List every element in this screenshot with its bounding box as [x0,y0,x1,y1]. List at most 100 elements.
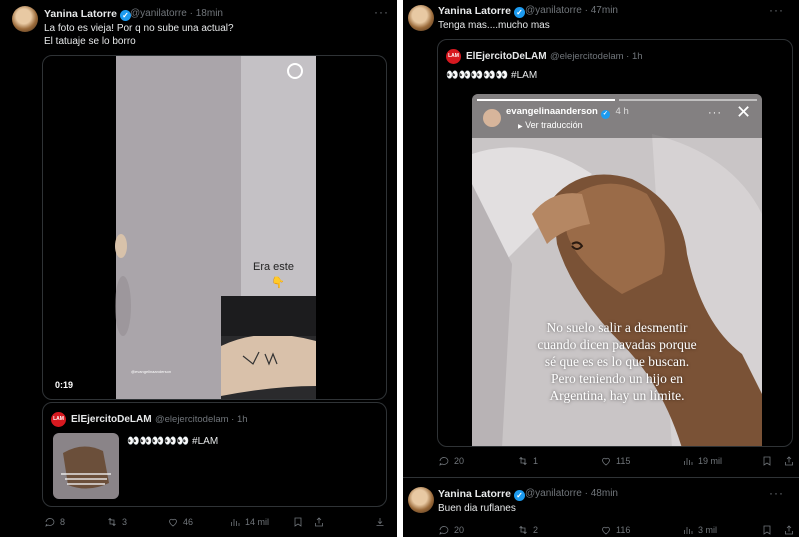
tweet-actions: 20 1 115 19 mil [403,455,799,471]
story-username: evangelinaanderson [506,106,598,117]
share-button[interactable] [313,516,325,528]
reply-icon [439,457,449,466]
verified-badge-icon: ✓ [513,490,525,501]
views-chart-icon [231,519,240,526]
views-button[interactable]: 3 mil [682,524,717,536]
translate-link-text[interactable]: Ver traducción [525,120,583,130]
author-handle[interactable]: @yanilatorre [525,488,582,499]
heart-icon [602,526,610,535]
author-handle[interactable]: @yanilatorre [525,5,582,16]
like-button[interactable]: 115 [600,455,630,467]
like-button[interactable]: 116 [600,524,630,536]
retweet-icon [519,456,527,466]
avatar[interactable] [408,487,434,513]
reply-button[interactable]: 20 [438,524,464,536]
author-name[interactable]: Yanina Latorre ✓ [44,8,131,21]
like-count: 115 [616,456,631,466]
views-button[interactable]: 19 mil [682,455,722,467]
verified-badge-icon: ✓ [600,110,610,119]
pointing-hand-icon: 👇 [271,277,285,289]
reply-button[interactable]: 8 [44,516,65,528]
lam-logo: LAM [51,412,66,427]
story-caption-line: sé que es es lo que buscan. [544,354,690,369]
quoted-thumbnail[interactable] [53,433,119,499]
tweet-text: Tenga mas....mucho mas [438,20,550,31]
bookmark-button[interactable] [761,524,773,536]
quoted-tweet[interactable]: LAM ElEjercitoDeLAM @elejercitodelam · 1… [42,402,387,507]
like-count: 116 [616,525,631,535]
reply-count: 20 [454,456,465,466]
retweet-button[interactable]: 2 [517,524,538,536]
like-button[interactable]: 46 [167,516,193,528]
download-icon [376,518,384,526]
lam-logo: LAM [446,49,461,64]
tweet-time[interactable]: 48min [591,488,618,499]
story-user: evangelinaanderson ✓ 4 h [506,106,629,119]
reply-button[interactable]: 20 [438,455,464,467]
story-more-icon[interactable]: ··· [708,107,722,119]
bookmark-button[interactable] [292,516,304,528]
author-name-text[interactable]: Yanina Latorre [44,8,117,20]
views-chart-icon [684,527,693,534]
caret-right-icon: ▶ [518,124,523,130]
retweet-count: 3 [122,517,128,527]
quoted-time: 1h [632,51,643,62]
quoted-meta: @elejercitodelam · 1h [155,414,248,425]
views-button[interactable]: 14 mil [229,516,269,528]
share-button[interactable] [783,455,795,467]
retweet-icon [519,525,527,535]
tweet-time[interactable]: 18min [196,8,223,19]
tweet-actions: 20 2 116 3 mil [403,524,799,537]
views-chart-icon [684,458,693,465]
video-watermark: @evangelinaanderson [131,369,172,374]
verified-badge-icon: ✓ [513,7,525,18]
author-handle[interactable]: @yanilatorre [130,8,187,19]
more-options-icon[interactable]: ··· [374,5,389,19]
quoted-handle: @elejercitodelam [155,414,229,425]
share-icon [785,456,793,466]
retweet-count: 1 [533,456,539,466]
retweet-count: 2 [533,525,539,535]
story-caption: No suelo salir a desmentir cuando dicen … [472,319,762,404]
video-overlay-text: Era este [253,261,294,273]
download-button[interactable] [374,516,386,528]
more-options-icon[interactable]: ··· [769,3,784,17]
share-icon [315,517,323,527]
story-time: 4 h [615,106,629,117]
video-frame [115,56,316,399]
more-options-icon[interactable]: ··· [769,486,784,500]
left-tweet-panel: Yanina Latorre ✓ @yanilatorre · 18min ···… [0,0,397,537]
share-button[interactable] [783,524,795,536]
author-name-text[interactable]: Yanina Latorre [438,488,511,500]
story-image[interactable]: evangelinaanderson ✓ 4 h ▶ Ver traducción… [472,94,762,446]
tweet-text: Buen dia ruflanes [438,503,516,514]
quoted-meta: @elejercitodelam · 1h [550,51,643,62]
tweet-text-line-2: El tatuaje se lo borro [44,36,136,47]
author-name[interactable]: Yanina Latorre ✓ [438,488,525,501]
tweet-actions: 8 3 46 14 mil [0,516,397,532]
video-player[interactable]: Era este 👇 @evangelinaanderson 0:19 [42,55,387,400]
retweet-button[interactable]: 3 [106,516,127,528]
quoted-tweet[interactable]: LAM ElEjercitoDeLAM @elejercitodelam · 1… [437,39,793,447]
views-count: 19 mil [698,456,723,466]
like-count: 46 [183,517,194,527]
author-name-text[interactable]: Yanina Latorre [438,5,511,17]
tweet-meta: @yanilatorre · 48min [525,488,618,499]
retweet-button[interactable]: 1 [517,455,538,467]
translate-link[interactable]: ▶ Ver traducción [518,120,583,130]
close-icon[interactable]: ✕ [736,103,751,121]
tweet-text-line-1: La foto es vieja! Por q no sube una actu… [44,23,234,34]
story-caption-line: Pero teniendo un hijo en [551,371,683,386]
right-tweets-panel: Yanina Latorre ✓ @yanilatorre · 47min ···… [403,0,799,537]
bookmark-button[interactable] [761,455,773,467]
reply-icon [439,526,449,535]
avatar[interactable] [12,6,38,32]
quoted-author-name: ElEjercitoDeLAM [466,51,547,62]
bookmark-icon [294,517,302,527]
tweet-separator [403,477,799,478]
author-name[interactable]: Yanina Latorre ✓ [438,5,525,18]
tweet-time[interactable]: 47min [591,5,618,16]
tweet-meta: @yanilatorre · 18min [130,8,223,19]
heart-icon [602,457,610,466]
avatar[interactable] [408,5,434,31]
